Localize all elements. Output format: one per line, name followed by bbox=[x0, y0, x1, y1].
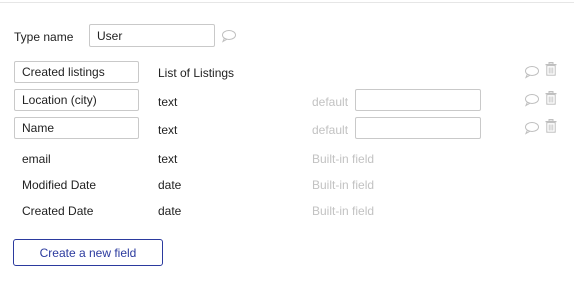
field-name-modified-date: Modified Date bbox=[22, 178, 97, 192]
type-name-value: User bbox=[97, 28, 123, 43]
default-value-input-name[interactable] bbox=[355, 117, 481, 139]
type-name-input[interactable]: User bbox=[89, 24, 215, 47]
trash-icon[interactable] bbox=[545, 119, 557, 133]
field-type-modified-date: date bbox=[158, 178, 182, 192]
trash-icon[interactable] bbox=[545, 62, 557, 76]
create-new-field-button[interactable]: Create a new field bbox=[13, 239, 163, 266]
type-name-label: Type name bbox=[14, 30, 74, 44]
field-type-location-city: text bbox=[158, 95, 178, 109]
built-in-field-note: Built-in field bbox=[312, 152, 375, 166]
field-name-input-created-listings[interactable]: Created listings bbox=[14, 61, 139, 83]
default-label: default bbox=[312, 95, 349, 109]
top-divider bbox=[0, 0, 574, 3]
field-name-input-location-city[interactable]: Location (city) bbox=[14, 89, 139, 111]
comment-icon[interactable] bbox=[524, 121, 540, 135]
field-type-email: text bbox=[158, 152, 178, 166]
field-name-input-name[interactable]: Name bbox=[14, 117, 139, 139]
field-name-created-date: Created Date bbox=[22, 204, 94, 218]
field-name-value: Created listings bbox=[22, 65, 105, 79]
default-value-input-location-city[interactable] bbox=[355, 89, 481, 111]
built-in-field-note: Built-in field bbox=[312, 204, 375, 218]
built-in-field-note: Built-in field bbox=[312, 178, 375, 192]
field-name-value: Location (city) bbox=[22, 93, 97, 107]
comment-icon[interactable] bbox=[524, 93, 540, 107]
comment-icon[interactable] bbox=[524, 65, 540, 79]
field-type-created-listings: List of Listings bbox=[158, 66, 235, 80]
default-label: default bbox=[312, 123, 349, 137]
field-type-created-date: date bbox=[158, 204, 182, 218]
comment-icon[interactable] bbox=[221, 29, 237, 43]
field-name-email: email bbox=[22, 152, 51, 166]
trash-icon[interactable] bbox=[545, 91, 557, 105]
field-type-name: text bbox=[158, 123, 178, 137]
field-name-value: Name bbox=[22, 121, 55, 135]
